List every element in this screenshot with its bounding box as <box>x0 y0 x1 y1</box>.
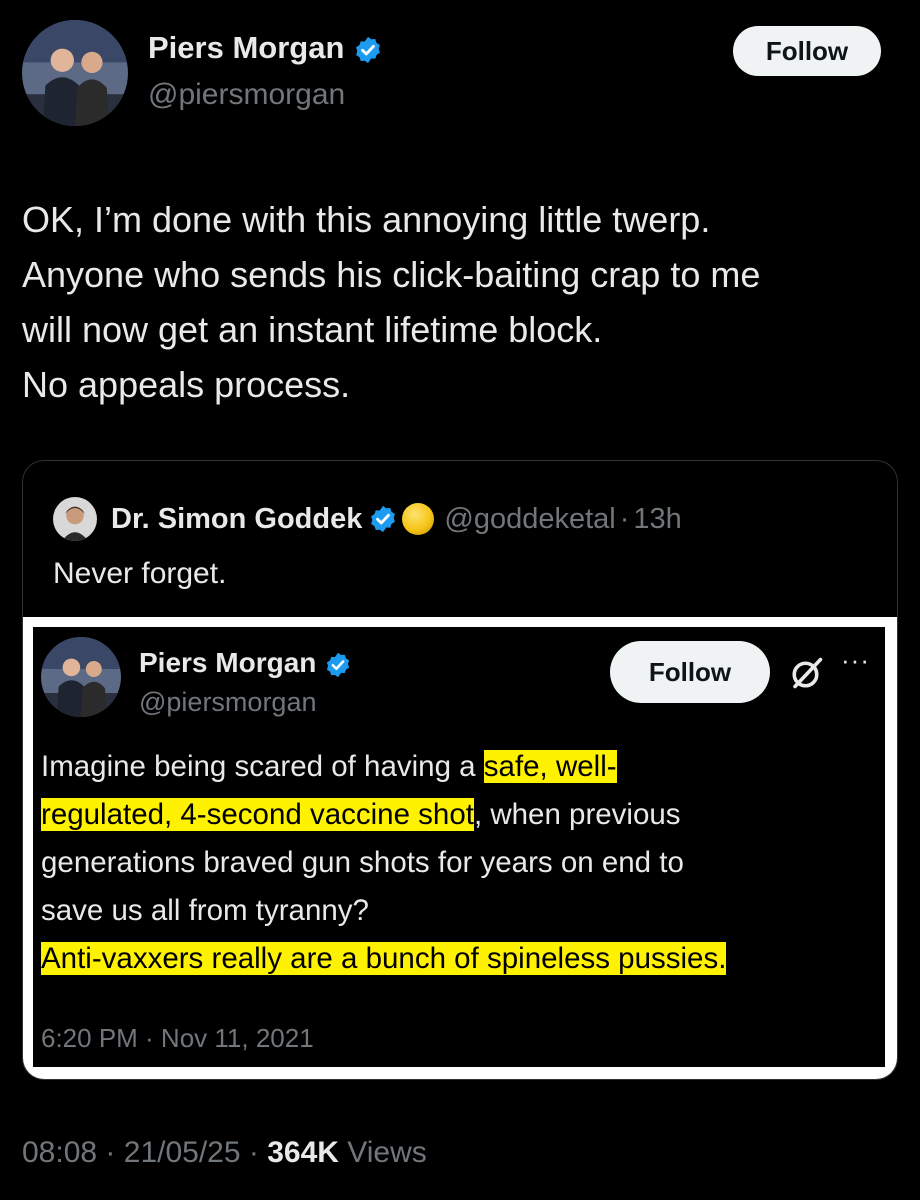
author-name[interactable]: Piers Morgan <box>148 30 344 65</box>
verified-badge-icon <box>327 652 350 677</box>
avatar[interactable] <box>22 20 128 126</box>
separator-dot: · <box>619 502 630 535</box>
separator-dot: · <box>105 1136 116 1169</box>
views-label[interactable]: Views <box>347 1136 426 1169</box>
highlighted-text: safe, well- <box>483 750 617 783</box>
tweet-time[interactable]: 08:08 <box>22 1136 97 1169</box>
embedded-tweet-screenshot: Piers Morgan @piersmorgan Follow ··· Ima… <box>33 627 885 1067</box>
follow-button[interactable]: Follow <box>733 26 881 76</box>
quote-avatar-photo <box>53 497 97 541</box>
embedded-author-handle: @piersmorgan <box>139 687 317 717</box>
author-handle[interactable]: @piersmorgan <box>148 78 345 112</box>
embedded-tweet-text: Imagine being scared of having a safe, w… <box>41 743 877 983</box>
tweet-date[interactable]: 21/05/25 <box>124 1136 241 1169</box>
quoted-tweet-card[interactable]: Dr. Simon Goddek @goddeketal · 13h Never… <box>22 460 898 1080</box>
embedded-author-name-row: Piers Morgan <box>139 647 352 679</box>
embedded-author-name: Piers Morgan <box>139 647 317 678</box>
separator-dot: · <box>248 1136 259 1169</box>
embedded-text-line: regulated, 4-second vaccine shot, when p… <box>41 791 877 839</box>
quote-media-image[interactable]: Piers Morgan @piersmorgan Follow ··· Ima… <box>23 617 897 1079</box>
highlighted-text: Anti-vaxxers really are a bunch of spine… <box>41 942 727 975</box>
quote-author-handle[interactable]: @goddeketal <box>444 503 615 536</box>
verified-badge-icon <box>356 36 380 63</box>
tweet-text-line: OK, I’m done with this annoying little t… <box>22 199 711 240</box>
embedded-text-plain: , when previous <box>473 798 681 831</box>
embedded-timestamp: 6:20 PM · Nov 11, 2021 <box>41 1023 314 1053</box>
embedded-text-line: save us all from tyranny? <box>41 894 369 927</box>
embedded-avatar-photo <box>41 637 121 717</box>
quote-text: Never forget. <box>53 557 227 590</box>
tweet-text-line: No appeals process. <box>22 364 351 405</box>
views-count[interactable]: 364K <box>267 1136 339 1169</box>
avatar-photo <box>22 20 128 126</box>
embedded-text-line: Anti-vaxxers really are a bunch of spine… <box>41 935 877 983</box>
tweet-text-line: Anyone who sends his click-baiting crap … <box>22 254 761 295</box>
tweet-text-line: will now get an instant lifetime block. <box>22 309 603 350</box>
verified-badge-icon <box>371 505 396 533</box>
embedded-avatar <box>41 637 121 717</box>
embedded-text-line: generations braved gun shots for years o… <box>41 846 684 879</box>
quote-header: Dr. Simon Goddek @goddeketal · 13h <box>111 497 682 541</box>
quote-author-name[interactable]: Dr. Simon Goddek <box>111 503 362 536</box>
quote-avatar[interactable] <box>53 497 97 541</box>
grok-icon <box>792 657 823 689</box>
yellow-circle-emoji-icon <box>402 503 435 535</box>
author-name-row[interactable]: Piers Morgan <box>148 30 383 66</box>
tweet-text: OK, I’m done with this annoying little t… <box>22 192 892 412</box>
embedded-text-plain: Imagine being scared of having a <box>41 750 484 783</box>
highlighted-text: regulated, 4-second vaccine shot <box>41 798 474 831</box>
embedded-text-line: Imagine being scared of having a safe, w… <box>41 743 877 791</box>
quote-age[interactable]: 13h <box>633 503 681 536</box>
more-options-icon: ··· <box>841 645 870 675</box>
embedded-follow-button: Follow <box>610 641 770 703</box>
tweet-meta: 08:08 · 21/05/25 · 364K Views <box>22 1136 427 1170</box>
